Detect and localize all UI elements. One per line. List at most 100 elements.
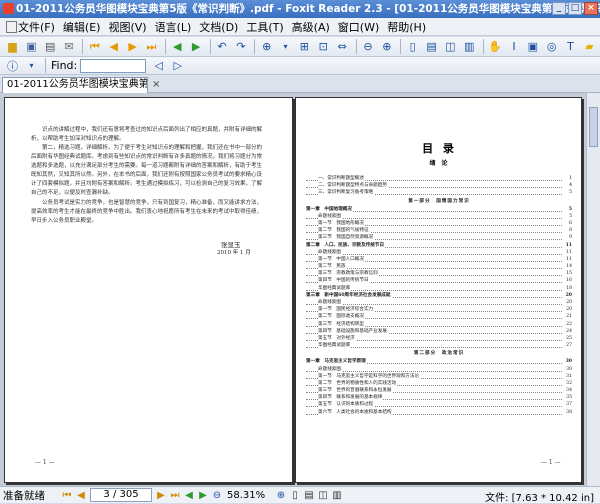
- toc-chapter-row[interactable]: 第一章 马克思主义哲学原理 30: [306, 358, 572, 366]
- toc-entry-row[interactable]: 第四节 基础设施和基础产业发展 24: [306, 327, 572, 335]
- save-icon[interactable]: ▣: [23, 39, 40, 55]
- single-page-icon[interactable]: ▯: [404, 39, 421, 55]
- toc-entry-row[interactable]: 第二节 国际收支概况 21: [306, 313, 572, 321]
- menu-view[interactable]: 视图(V): [104, 19, 150, 35]
- status-first-page-icon[interactable]: ⏮: [60, 489, 74, 502]
- prev-page-icon[interactable]: ◀: [105, 39, 122, 55]
- fit-page-icon[interactable]: ⊡: [315, 39, 332, 55]
- toc-entry-row[interactable]: 第二节 世界的物质性和人的实践活动 32: [306, 379, 572, 387]
- tab-close-icon[interactable]: ×: [152, 79, 160, 90]
- status-single-page-icon[interactable]: ▯: [288, 489, 302, 502]
- toc-entry-row[interactable]: 命题线索图 30: [306, 365, 572, 373]
- actual-size-icon[interactable]: ⊞: [296, 39, 313, 55]
- document-tab[interactable]: 01-2011公务员华图模块宝典第...: [2, 77, 148, 93]
- page-number-box[interactable]: 3 / 305: [90, 488, 152, 502]
- next-page-icon[interactable]: ▶: [124, 39, 141, 55]
- snapshot-icon[interactable]: ▣: [524, 39, 541, 55]
- status-forward-icon[interactable]: ▶: [196, 489, 210, 502]
- info-icon[interactable]: ⓘ: [4, 58, 21, 74]
- toc-entry-row[interactable]: 二、常识判断题型特点与命题趋势 4: [306, 182, 572, 190]
- toc-chapter-row[interactable]: 第三章 新中国60周年经济社会发展成就 20: [306, 291, 572, 299]
- toc-entry-row[interactable]: 三、常识判断复习备考策略 5: [306, 189, 572, 197]
- toc-entry-page: 4: [568, 182, 572, 190]
- find-input[interactable]: [80, 58, 147, 73]
- vertical-scrollbar[interactable]: [586, 93, 600, 486]
- toc-entry-row[interactable]: 一、常识判断题型概述 1: [306, 175, 572, 182]
- first-page-icon[interactable]: ⏮: [86, 39, 103, 55]
- status-back-icon[interactable]: ◀: [182, 489, 196, 502]
- continuous-facing-icon[interactable]: ▥: [461, 39, 478, 55]
- info-dropdown-icon[interactable]: ▾: [23, 58, 40, 74]
- zoom-level[interactable]: 58.31%: [227, 490, 271, 501]
- zoom-in-icon[interactable]: ⊕: [258, 39, 275, 55]
- toc-entry-row[interactable]: 第二节 民族 14: [306, 263, 572, 271]
- maximize-button[interactable]: □: [568, 2, 582, 15]
- menu-advanced[interactable]: 高级(A): [288, 19, 334, 35]
- status-continuous-facing-icon[interactable]: ▥: [330, 489, 344, 502]
- select-text-icon[interactable]: I: [506, 39, 523, 55]
- toc-entry-row[interactable]: 第六节 人类社会的本质和基本结构 38: [306, 408, 572, 416]
- menu-edit[interactable]: 编辑(E): [59, 19, 105, 35]
- find-next-icon[interactable]: ▷: [169, 58, 186, 74]
- print-icon[interactable]: ▤: [42, 39, 59, 55]
- back-icon[interactable]: ◀: [169, 39, 186, 55]
- fit-width-icon[interactable]: ⇔: [334, 39, 351, 55]
- email-icon[interactable]: ✉: [61, 39, 78, 55]
- status-facing-icon[interactable]: ◫: [316, 489, 330, 502]
- close-button[interactable]: ×: [584, 2, 598, 15]
- continuous-icon[interactable]: ▤: [423, 39, 440, 55]
- find-binoculars-icon[interactable]: ◎: [543, 39, 560, 55]
- status-zoom-out-icon[interactable]: ⊖: [210, 489, 224, 502]
- open-icon[interactable]: ▆: [4, 39, 21, 55]
- menu-document[interactable]: 文档(D): [195, 19, 242, 35]
- hand-tool-icon[interactable]: ✋: [487, 39, 504, 55]
- toc-entry-row[interactable]: 第三节 经济结构转型 22: [306, 320, 572, 328]
- toc-part-heading[interactable]: 第二部分 政治常识: [306, 349, 572, 358]
- forward-icon[interactable]: ▶: [188, 39, 205, 55]
- menu-tools[interactable]: 工具(T): [242, 19, 287, 35]
- rotate-left-icon[interactable]: ↶: [214, 39, 231, 55]
- toc-entry-row[interactable]: 第二节 我国的气候特征 8: [306, 227, 572, 235]
- toc-entry-row[interactable]: 第一节 我国地形概况 6: [306, 219, 572, 227]
- typewriter-icon[interactable]: T: [562, 39, 579, 55]
- zoom-dropdown-icon[interactable]: ▾: [277, 39, 294, 55]
- zoom-out-circle-icon[interactable]: ⊖: [360, 39, 377, 55]
- toc-entry-row[interactable]: 命题线索图 11: [306, 248, 572, 256]
- scrollbar-thumb[interactable]: [589, 107, 598, 147]
- toc-entry-row[interactable]: 第三节 世界的普遍联系和永恒发展 34: [306, 387, 572, 395]
- toc-chapter-row[interactable]: 第二章 人口、民族、宗教及传统节日 11: [306, 241, 572, 249]
- toc-entry-row[interactable]: 命题线索图 20: [306, 299, 572, 306]
- toc-entry-row[interactable]: 第一节 国民经济综合实力 20: [306, 306, 572, 314]
- toc-entry-row[interactable]: 第四节 联系和发展的基本规律 35: [306, 394, 572, 402]
- status-next-page-icon[interactable]: ▶: [154, 489, 168, 502]
- menu-window[interactable]: 窗口(W): [334, 19, 383, 35]
- toc-entry-row[interactable]: 第一节 马克思主义哲学是科学的世界观和方法论 31: [306, 372, 572, 380]
- menu-language[interactable]: 语言(L): [151, 19, 196, 35]
- last-page-icon[interactable]: ⏭: [143, 39, 160, 55]
- toc-entry-row[interactable]: 第四节 中国的传统节日 16: [306, 277, 572, 285]
- document-viewer[interactable]: 识点的讲解过程中，我们还有意将考查过的知识点后面列出了相应的真题，并附有详细的解…: [0, 93, 600, 486]
- toc-entry-row[interactable]: 华图经典试题库 18: [306, 284, 572, 292]
- comment-icon[interactable]: ▰: [581, 39, 598, 55]
- status-continuous-icon[interactable]: ▤: [302, 489, 316, 502]
- toc-entry-row[interactable]: 第三节 我国自然资源概况 9: [306, 234, 572, 242]
- minimize-button[interactable]: _: [552, 2, 566, 15]
- find-previous-icon[interactable]: ◁: [150, 58, 167, 74]
- toc-entry-row[interactable]: 第三节 宗教政策与宗教信仰 15: [306, 270, 572, 278]
- rotate-right-icon[interactable]: ↷: [232, 39, 249, 55]
- toc-entry-page: 37: [565, 401, 572, 409]
- facing-icon[interactable]: ◫: [442, 39, 459, 55]
- menu-file[interactable]: 文件(F): [4, 19, 59, 35]
- status-last-page-icon[interactable]: ⏭: [168, 489, 182, 502]
- toc-part-heading[interactable]: 第一部分 国情国力常识: [306, 197, 572, 206]
- toc-chapter-row[interactable]: 第一章 中国地理概况 5: [306, 205, 572, 213]
- menu-help[interactable]: 帮助(H): [383, 19, 430, 35]
- toc-entry-row[interactable]: 命题线索图 5: [306, 212, 572, 220]
- zoom-in-circle-icon[interactable]: ⊕: [378, 39, 395, 55]
- toc-entry-row[interactable]: 第一节 中国人口概况 11: [306, 255, 572, 263]
- toc-entry-row[interactable]: 第五节 认识的本质和过程 37: [306, 401, 572, 409]
- status-zoom-in-icon[interactable]: ⊕: [274, 489, 288, 502]
- toc-entry-row[interactable]: 华图经典试题库 27: [306, 342, 572, 350]
- toc-entry-row[interactable]: 第五节 对外经济 25: [306, 334, 572, 342]
- status-prev-page-icon[interactable]: ◀: [74, 489, 88, 502]
